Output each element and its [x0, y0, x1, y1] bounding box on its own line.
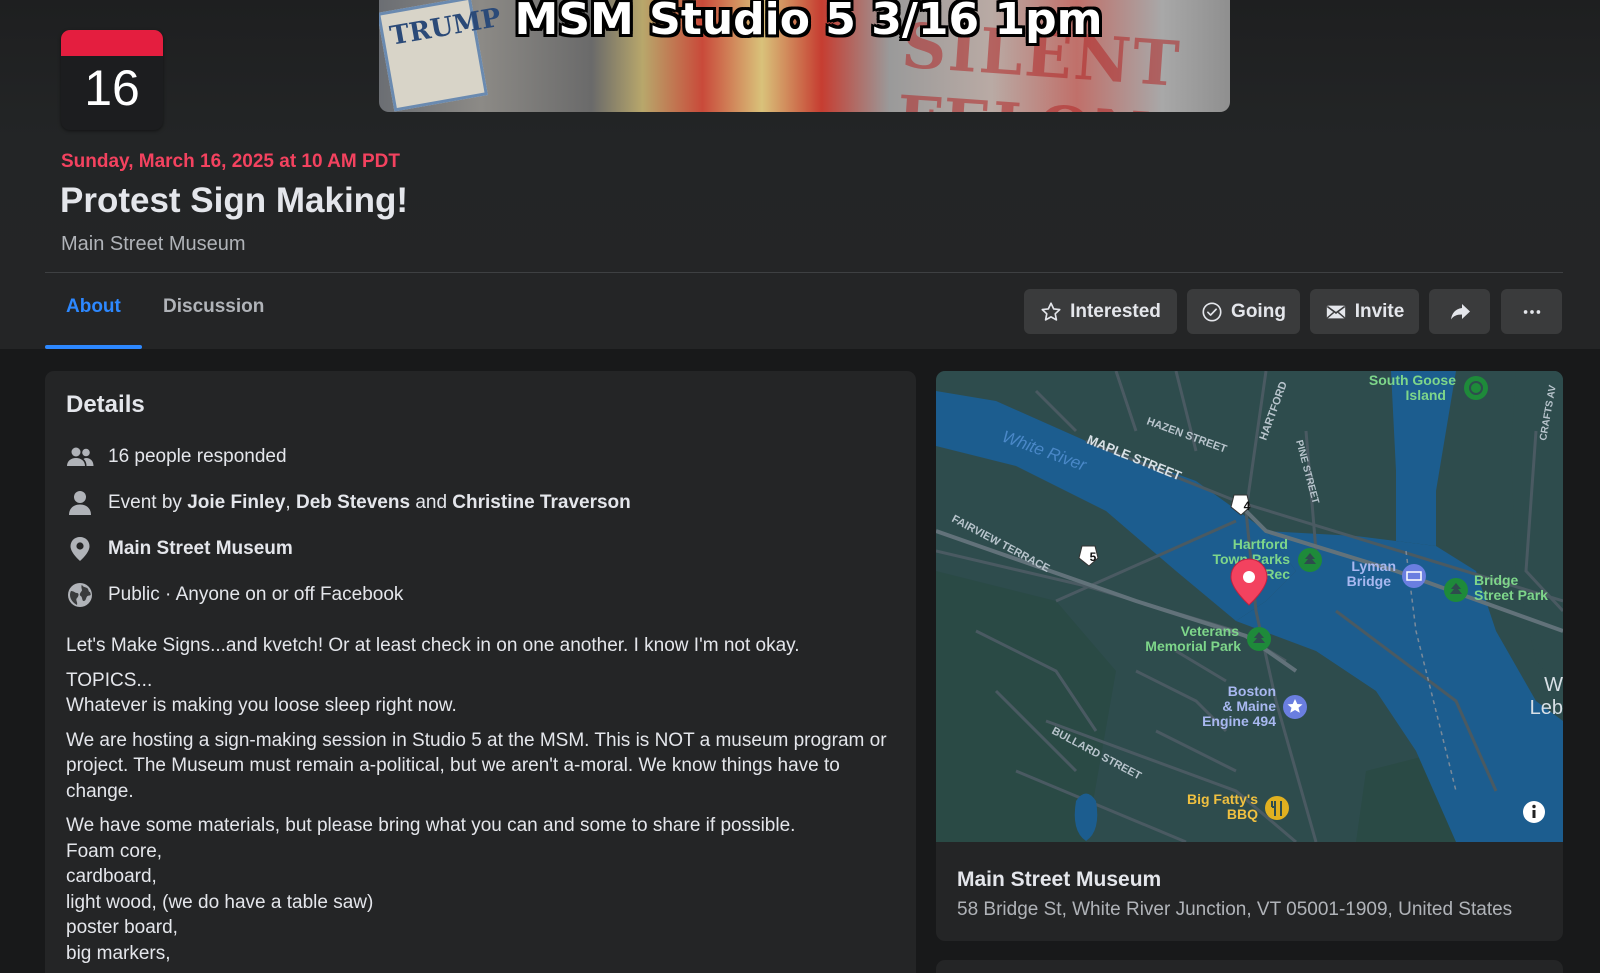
svg-text:& Maine: & Maine [1222, 698, 1276, 714]
description-line: Whatever is making you loose sleep right… [66, 695, 457, 716]
description-line: cardboard, [66, 866, 157, 887]
svg-text:Boston: Boston [1228, 683, 1276, 699]
share-button[interactable] [1429, 289, 1490, 334]
svg-text:Bridge: Bridge [1347, 573, 1392, 589]
privacy-row: Public · Anyone on or off Facebook [66, 581, 403, 609]
envelope-icon [1326, 305, 1345, 318]
share-icon [1450, 303, 1470, 319]
star-icon [1041, 301, 1061, 321]
host-separator: , [285, 492, 291, 513]
person-icon [66, 489, 94, 517]
description-line: We are hosting a sign-making session in … [66, 729, 887, 802]
event-by-label: Event by [108, 492, 182, 513]
description-line: light wood, (we do have a table saw) [66, 891, 374, 913]
host-link-christine[interactable]: Christine Traverson [452, 492, 630, 514]
svg-text:Lyman: Lyman [1351, 558, 1396, 574]
map-address: 58 Bridge St, White River Junction, VT 0… [957, 899, 1513, 920]
description-line: big markers, [66, 942, 171, 964]
description-line: Foam core, [66, 840, 163, 862]
svg-text:Leb: Leb [1530, 697, 1563, 719]
responded-row[interactable]: 16 people responded [66, 443, 287, 471]
details-card: Details 16 people responded Event by Joi… [45, 371, 916, 973]
svg-text:Engine 494: Engine 494 [1202, 713, 1276, 729]
svg-text:Hartford: Hartford [1233, 536, 1288, 552]
invite-label: Invite [1354, 300, 1405, 322]
location-pin-icon [66, 535, 94, 563]
svg-text:Island: Island [1406, 387, 1446, 403]
event-title: Protest Sign Making! [60, 181, 409, 220]
svg-text:South Goose: South Goose [1369, 372, 1456, 388]
invite-button[interactable]: Invite [1310, 289, 1419, 334]
svg-text:BBQ: BBQ [1227, 806, 1258, 822]
interested-button[interactable]: Interested [1024, 289, 1177, 334]
svg-text:5: 5 [1090, 550, 1097, 564]
next-card [936, 960, 1563, 973]
header-divider [45, 272, 1563, 273]
responded-text: 16 people responded [108, 446, 287, 467]
event-by-row: Event by Joie Finley, Deb Stevens and Ch… [66, 489, 631, 517]
svg-text:Veterans: Veterans [1181, 623, 1240, 639]
map-place-name[interactable]: Main Street Museum [957, 868, 1161, 892]
going-button[interactable]: Going [1187, 289, 1300, 334]
details-heading: Details [66, 391, 145, 418]
tab-about[interactable]: About [66, 296, 121, 318]
event-description: Let's Make Signs...and kvetch! Or at lea… [66, 633, 906, 966]
description-line: We have some materials, but please bring… [66, 815, 796, 836]
host-link-joie[interactable]: Joie Finley [187, 492, 285, 514]
check-circle-icon [1202, 301, 1222, 322]
more-icon [1523, 309, 1540, 314]
event-host[interactable]: Main Street Museum [61, 233, 246, 256]
more-options-button[interactable] [1501, 289, 1562, 334]
restaurant-icon [1265, 796, 1289, 820]
event-date: Sunday, March 16, 2025 at 10 AM PDT [61, 151, 400, 172]
svg-text:Memorial Park: Memorial Park [1145, 638, 1241, 654]
active-tab-indicator [45, 345, 142, 349]
svg-text:Big Fatty's: Big Fatty's [1187, 791, 1258, 807]
map-card: South Goose Island HAZEN STREET MAPLE ST… [936, 371, 1563, 941]
description-line: poster board, [66, 917, 178, 938]
privacy-text: Public · Anyone on or off Facebook [108, 584, 404, 605]
park-icon [1464, 376, 1488, 400]
host-and: and [415, 492, 448, 513]
location-link[interactable]: Main Street Museum [108, 538, 293, 560]
host-link-deb[interactable]: Deb Stevens [296, 492, 410, 514]
globe-icon [66, 581, 94, 609]
calendar-day: 16 [84, 60, 140, 116]
cover-photo[interactable]: TRUMP SILENT FELON MSM Studio 5 3/16 1pm [379, 0, 1230, 112]
description-line: TOPICS... [66, 669, 153, 691]
going-label: Going [1231, 300, 1286, 322]
svg-text:Bridge: Bridge [1474, 572, 1519, 588]
description-line: Let's Make Signs...and kvetch! Or at lea… [66, 635, 800, 656]
landmark-icon [1402, 564, 1426, 588]
svg-text:Rec: Rec [1264, 566, 1290, 582]
location-row[interactable]: Main Street Museum [66, 535, 293, 563]
tab-discussion[interactable]: Discussion [163, 296, 264, 318]
interested-label: Interested [1070, 300, 1161, 322]
calendar-icon: 16 [61, 30, 163, 130]
location-map[interactable]: South Goose Island HAZEN STREET MAPLE ST… [936, 371, 1563, 842]
svg-text:W: W [1544, 674, 1563, 696]
cover-title: MSM Studio 5 3/16 1pm [514, 0, 1103, 45]
svg-text:Street Park: Street Park [1474, 587, 1548, 603]
event-header: TRUMP SILENT FELON MSM Studio 5 3/16 1pm… [0, 0, 1600, 349]
svg-text:4: 4 [1244, 499, 1251, 513]
people-icon [66, 443, 94, 471]
